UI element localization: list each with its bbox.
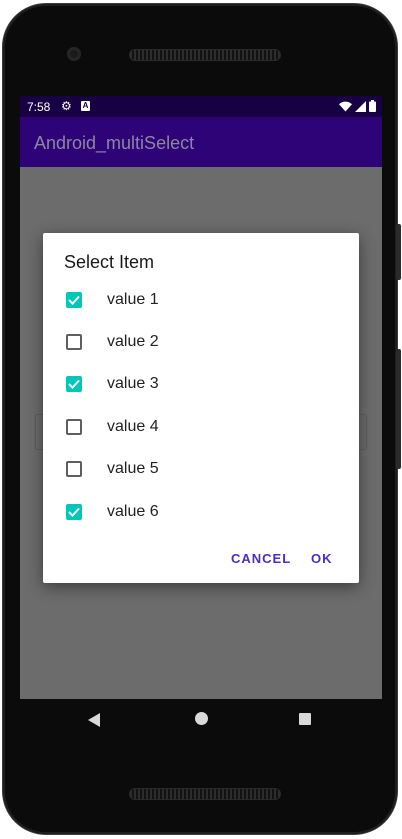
navigation-bar bbox=[20, 699, 382, 741]
option-value-5[interactable]: value 5 bbox=[43, 449, 359, 491]
top-speaker-grille bbox=[129, 49, 281, 61]
option-value-4[interactable]: value 4 bbox=[43, 407, 359, 449]
signal-icon bbox=[355, 100, 366, 112]
checkbox-unchecked-icon[interactable] bbox=[66, 334, 82, 350]
option-label: value 3 bbox=[107, 375, 159, 392]
front-camera bbox=[67, 47, 81, 61]
volume-rocker bbox=[396, 349, 401, 469]
home-icon[interactable] bbox=[195, 712, 208, 725]
dialog-title: Select Item bbox=[64, 252, 155, 272]
back-icon[interactable] bbox=[88, 713, 100, 727]
option-label: value 2 bbox=[107, 333, 159, 350]
checkbox-unchecked-icon[interactable] bbox=[66, 419, 82, 435]
status-icons bbox=[339, 100, 376, 112]
option-label: value 5 bbox=[107, 460, 159, 477]
status-time: 7:58 bbox=[27, 100, 51, 114]
power-button bbox=[396, 224, 401, 280]
status-bar: 7:58 ⚙ A bbox=[20, 96, 382, 117]
option-value-2[interactable]: value 2 bbox=[43, 322, 359, 364]
checkbox-unchecked-icon[interactable] bbox=[66, 461, 82, 477]
bottom-speaker-grille bbox=[129, 788, 281, 800]
battery-icon bbox=[369, 100, 376, 112]
checkbox-checked-icon[interactable] bbox=[66, 292, 82, 308]
gear-icon: ⚙ bbox=[61, 99, 72, 113]
checkbox-checked-icon[interactable] bbox=[66, 504, 82, 520]
app-title: Android_multiSelect bbox=[34, 133, 195, 153]
option-value-3[interactable]: value 3 bbox=[43, 364, 359, 406]
option-value-6[interactable]: value 6 bbox=[43, 492, 359, 534]
app-bar: Android_multiSelect bbox=[20, 117, 382, 167]
option-label: value 6 bbox=[107, 503, 159, 520]
cancel-button[interactable]: CANCEL bbox=[231, 551, 291, 566]
ok-button[interactable]: OK bbox=[311, 551, 333, 566]
option-value-1[interactable]: value 1 bbox=[43, 280, 359, 322]
checkbox-checked-icon[interactable] bbox=[66, 376, 82, 392]
multi-select-dialog: Select Item value 1 value 2 value 3 valu… bbox=[43, 233, 359, 583]
option-label: value 4 bbox=[107, 418, 159, 435]
a-notification-icon: A bbox=[81, 101, 90, 111]
wifi-icon bbox=[339, 101, 352, 111]
screen: 7:58 ⚙ A Android_multiSelect Select Item… bbox=[20, 96, 382, 699]
recents-icon[interactable] bbox=[299, 713, 311, 725]
option-label: value 1 bbox=[107, 291, 159, 308]
